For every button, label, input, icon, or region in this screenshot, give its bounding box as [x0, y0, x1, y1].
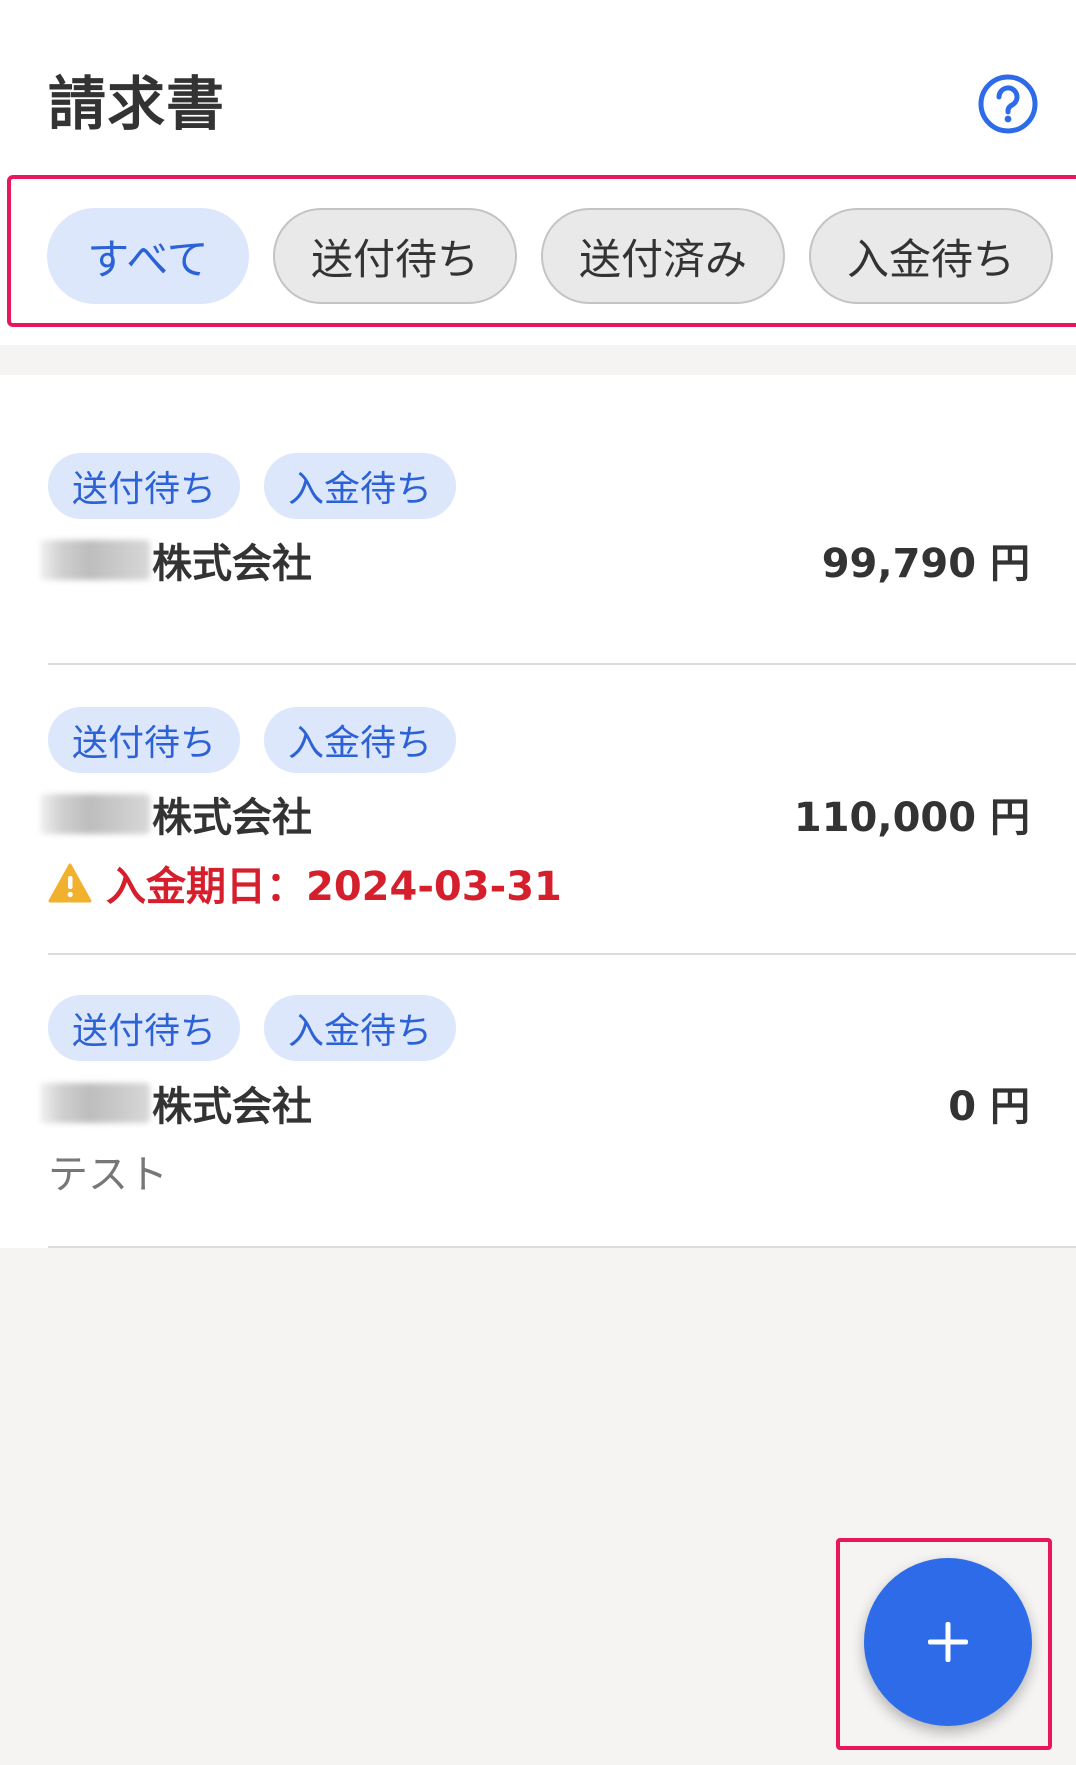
warning-icon — [48, 863, 92, 903]
invoice-list: 送付待ち 入金待ち 株式会社 99,790 円 送付待ち 入金待ち 株式会社 1… — [0, 375, 1076, 1248]
company-suffix: 株式会社 — [152, 795, 312, 841]
invoice-item[interactable]: 送付待ち 入金待ち 株式会社 99,790 円 — [0, 375, 1076, 665]
status-tag: 送付待ち — [48, 707, 241, 773]
invoice-memo: テスト — [48, 1152, 168, 1198]
page-title: 請求書 — [48, 70, 226, 138]
redacted-name — [40, 540, 150, 580]
redacted-name — [40, 794, 150, 834]
invoice-item[interactable]: 送付待ち 入金待ち 株式会社 0 円 テスト — [0, 955, 1076, 1248]
due-date-warning: 入金期日：2024-03-31 — [48, 855, 562, 911]
status-tag: 入金待ち — [264, 995, 457, 1061]
invoice-amount: 0 円 — [948, 1084, 1030, 1130]
filter-chip-awaiting-payment[interactable]: 入金待ち — [809, 208, 1053, 304]
filter-chip-all[interactable]: すべて — [47, 208, 249, 304]
add-invoice-button[interactable] — [864, 1558, 1032, 1726]
status-tags: 送付待ち 入金待ち — [48, 995, 457, 1061]
status-tag: 送付待ち — [48, 995, 241, 1061]
status-tags: 送付待ち 入金待ち — [48, 453, 457, 519]
company-name: 株式会社 — [40, 786, 312, 842]
company-name: 株式会社 — [40, 1075, 312, 1131]
company-suffix: 株式会社 — [152, 541, 312, 587]
filter-chip-sent[interactable]: 送付済み — [541, 208, 785, 304]
divider — [48, 1246, 1076, 1248]
due-date-text: 入金期日：2024-03-31 — [106, 864, 562, 910]
help-icon[interactable] — [976, 72, 1040, 136]
filter-chip-awaiting-send[interactable]: 送付待ち — [273, 208, 517, 304]
invoice-amount: 99,790 円 — [821, 541, 1030, 587]
status-tag: 送付待ち — [48, 453, 241, 519]
company-suffix: 株式会社 — [152, 1084, 312, 1130]
filter-chip-row: すべて 送付待ち 送付済み 入金待ち — [47, 208, 1053, 304]
status-tags: 送付待ち 入金待ち — [48, 707, 457, 773]
status-tag: 入金待ち — [264, 707, 457, 773]
app-header: 請求書 すべて 送付待ち 送付済み 入金待ち — [0, 0, 1076, 345]
status-tag: 入金待ち — [264, 453, 457, 519]
redacted-name — [40, 1083, 150, 1123]
company-name: 株式会社 — [40, 532, 312, 588]
invoice-item[interactable]: 送付待ち 入金待ち 株式会社 110,000 円 入金期日：2024-03-31 — [0, 665, 1076, 955]
invoice-amount: 110,000 円 — [793, 795, 1030, 841]
plus-icon — [928, 1622, 968, 1662]
